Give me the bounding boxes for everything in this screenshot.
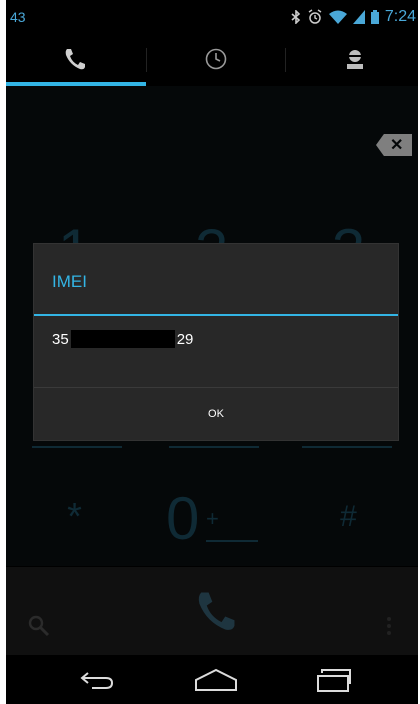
key-underline xyxy=(32,446,122,448)
battery-icon xyxy=(370,10,379,24)
wifi-icon xyxy=(328,10,347,24)
key-0[interactable]: 0 + xyxy=(166,484,266,552)
status-icons: 7:24 xyxy=(291,8,416,26)
recent-apps-button[interactable] xyxy=(306,665,366,695)
key-underline xyxy=(206,540,258,542)
imei-value: 35 29 xyxy=(52,330,193,348)
key-star[interactable]: * xyxy=(6,496,143,539)
key-0-plus: + xyxy=(206,506,219,531)
home-button[interactable] xyxy=(186,665,246,695)
dialer-action-bar xyxy=(6,567,418,655)
key-0-digit: 0 xyxy=(166,485,200,552)
imei-prefix: 35 xyxy=(52,330,69,348)
overflow-menu-icon[interactable] xyxy=(386,615,392,642)
imei-dialog: IMEI 35 29 OK xyxy=(34,244,398,440)
key-underline xyxy=(302,446,392,448)
call-button[interactable] xyxy=(192,587,240,640)
imei-redaction xyxy=(70,330,175,348)
contacts-icon xyxy=(343,47,367,76)
dialog-title-divider xyxy=(34,314,398,316)
ok-button[interactable]: OK xyxy=(34,388,398,440)
clock-icon xyxy=(204,47,228,76)
dialog-title: IMEI xyxy=(52,272,87,291)
dialer-tabs xyxy=(6,36,418,86)
back-button[interactable] xyxy=(68,665,128,695)
backspace-button[interactable]: ✕ xyxy=(376,134,412,156)
search-icon[interactable] xyxy=(28,615,50,642)
clock-time: 7:24 xyxy=(384,8,416,25)
phone-call-icon xyxy=(198,592,235,630)
phone-icon xyxy=(62,46,88,77)
recent-apps-icon xyxy=(317,669,351,692)
phone-screen: 43 7:24 ✕ * 0 + # IMEI 35 29 OK xyxy=(6,0,418,704)
backspace-icon: ✕ xyxy=(390,137,404,154)
back-icon xyxy=(80,672,114,689)
dialpad-row-4: * 0 + # xyxy=(6,478,418,568)
home-icon xyxy=(195,668,237,691)
alarm-icon xyxy=(307,9,323,25)
tab-call-log[interactable] xyxy=(147,36,284,86)
bluetooth-icon xyxy=(291,10,301,24)
status-bar: 43 7:24 xyxy=(6,0,418,36)
key-hash[interactable]: # xyxy=(280,500,417,534)
tab-contacts[interactable] xyxy=(286,36,418,86)
navigation-bar xyxy=(6,655,418,704)
signal-icon xyxy=(352,10,365,24)
key-underline xyxy=(169,446,259,448)
notification-count: 43 xyxy=(10,9,26,25)
imei-suffix: 29 xyxy=(176,330,194,348)
tab-phone[interactable] xyxy=(6,36,143,86)
